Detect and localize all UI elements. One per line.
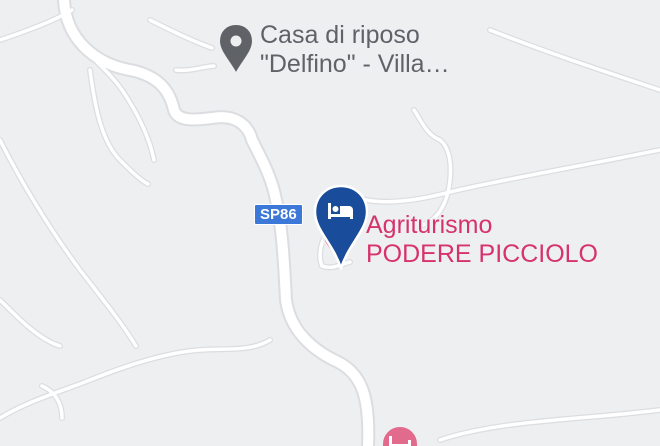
poi-name-line-1: Casa di riposo — [260, 21, 420, 49]
poi-label-casa-di-riposo[interactable]: Casa di riposo "Delfino" - Villa… — [260, 21, 450, 79]
poi-name-line-2: PODERE PICCIOLO — [366, 240, 598, 268]
hotel-bed-icon[interactable] — [380, 424, 420, 446]
place-pin-icon[interactable] — [218, 22, 254, 76]
route-shield-sp86: SP86 — [254, 204, 303, 225]
map-canvas[interactable]: Casa di riposo "Delfino" - Villa… SP86 A… — [0, 0, 660, 446]
poi-label-agriturismo[interactable]: Agriturismo PODERE PICCIOLO — [366, 211, 598, 269]
poi-name-line-1: Agriturismo — [366, 211, 493, 239]
selected-place-marker[interactable] — [312, 184, 370, 270]
poi-name-line-2: "Delfino" - Villa… — [260, 50, 450, 78]
